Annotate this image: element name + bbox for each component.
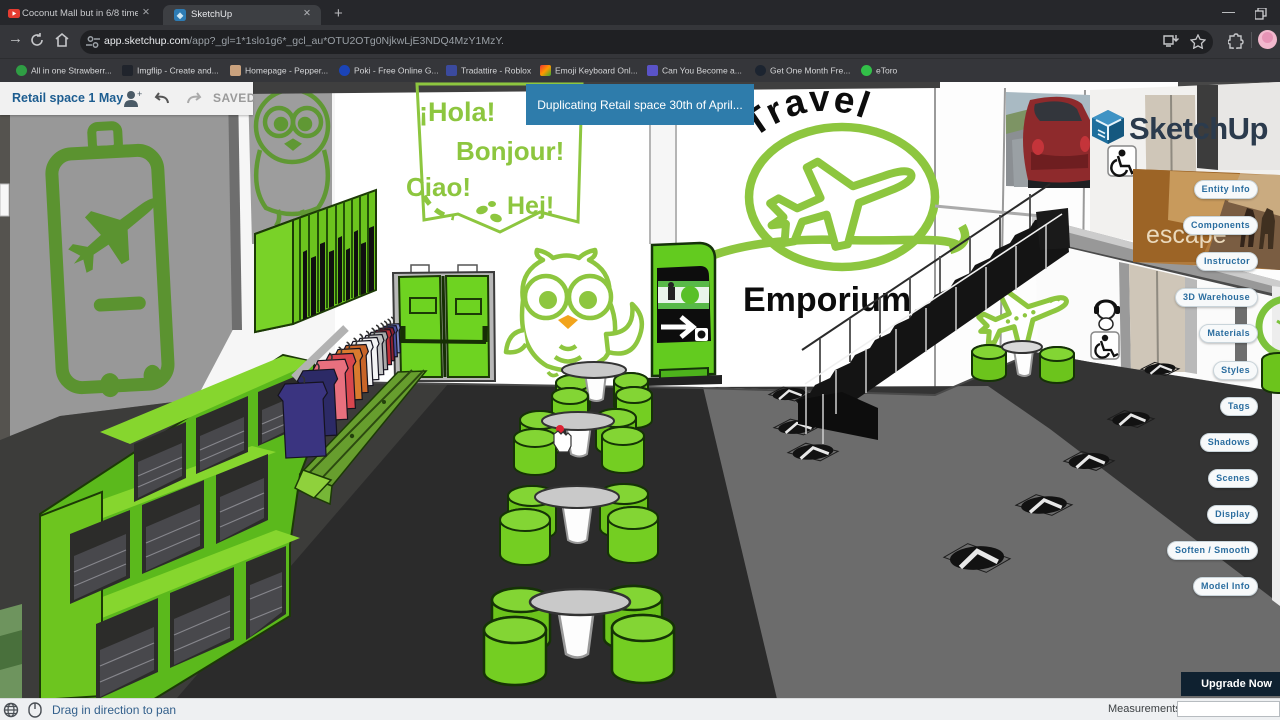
svg-text:+: + <box>137 89 142 99</box>
svg-text:SketchUp: SketchUp <box>1129 111 1268 146</box>
svg-text:¡Hola!: ¡Hola! <box>419 97 496 127</box>
svg-text:Hej!: Hej! <box>507 192 554 220</box>
svg-text:Emporium: Emporium <box>743 281 911 319</box>
svg-text:Bonjour!: Bonjour! <box>456 136 564 166</box>
svg-text:Ciao!: Ciao! <box>406 172 471 202</box>
